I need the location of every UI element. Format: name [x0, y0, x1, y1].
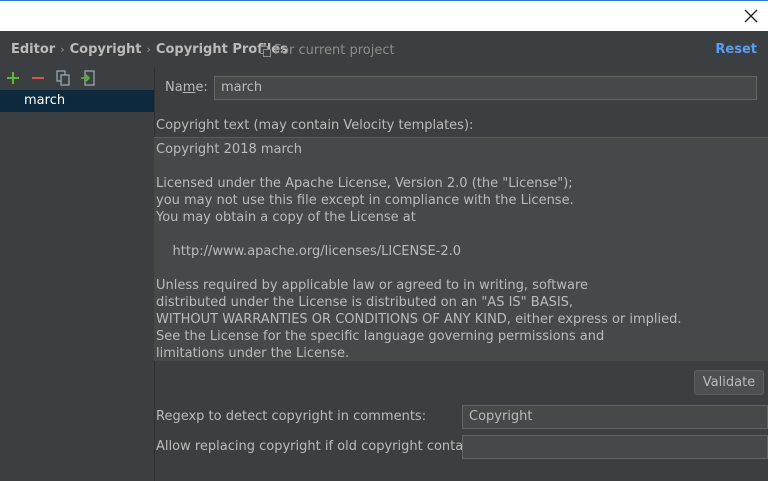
copy-icon[interactable] — [54, 69, 72, 87]
add-icon[interactable] — [4, 69, 22, 87]
breadcrumb-separator: › — [146, 43, 151, 56]
breadcrumb-separator: › — [60, 43, 65, 56]
reset-button[interactable]: Reset — [715, 42, 757, 57]
copy-project-icon — [260, 46, 271, 57]
breadcrumb: Editor › Copyright › Copyright Profiles — [11, 42, 288, 57]
list-item[interactable]: march — [0, 90, 154, 112]
allow-replacing-field[interactable] — [462, 435, 768, 459]
import-icon[interactable] — [79, 69, 97, 87]
copyright-text-area[interactable]: Copyright 2018 march Licensed under the … — [154, 137, 768, 361]
allow-replacing-label: Allow replacing copyright if old copyrig… — [156, 439, 487, 454]
breadcrumb-copyright[interactable]: Copyright — [70, 42, 142, 57]
remove-icon[interactable] — [29, 69, 47, 87]
scope-indicator: For current project — [260, 43, 395, 58]
name-label: Name: — [165, 80, 208, 95]
scope-label: For current project — [274, 43, 395, 58]
close-icon[interactable] — [742, 7, 760, 25]
regexp-label: Regexp to detect copyright in comments: — [156, 409, 427, 424]
name-field[interactable]: march — [214, 76, 757, 100]
regexp-field[interactable]: Copyright — [462, 405, 768, 429]
copyright-text-label: Copyright text (may contain Velocity tem… — [156, 118, 474, 133]
breadcrumb-editor[interactable]: Editor — [11, 42, 55, 57]
profiles-list: march — [0, 90, 154, 112]
profiles-panel: march — [0, 67, 155, 481]
settings-header: Editor › Copyright › Copyright Profiles For … — [0, 31, 768, 67]
validate-button[interactable]: Validate — [694, 370, 764, 395]
window-title-bar — [0, 0, 768, 31]
